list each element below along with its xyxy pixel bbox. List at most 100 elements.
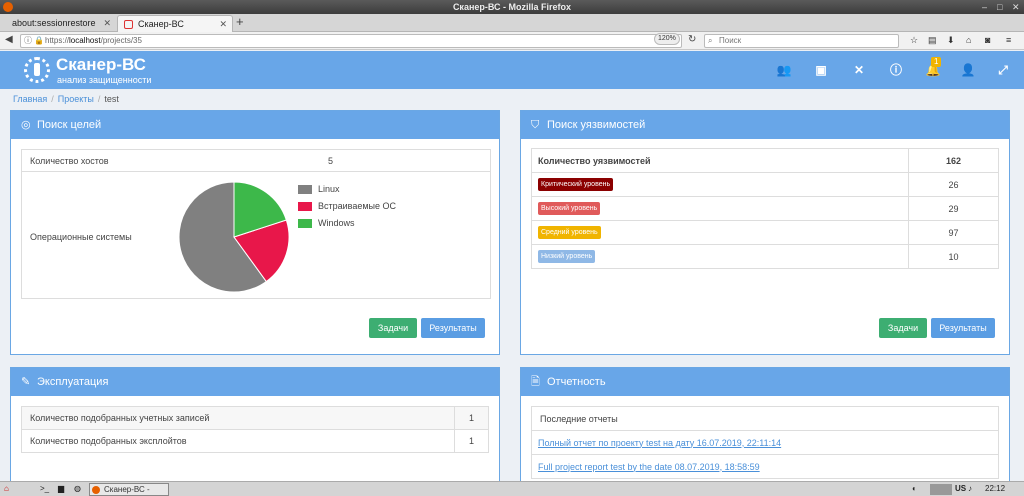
vulns-panel-title: Поиск уязвимостей (547, 119, 646, 131)
table-row: Средний уровень 97 (531, 220, 999, 245)
tab-scanner[interactable]: Сканер-ВС ✕ (117, 15, 233, 32)
paperclip-icon: ✎ (21, 376, 31, 388)
breadcrumb-projects[interactable]: Проекты (58, 94, 94, 104)
fullscreen-icon[interactable]: ⤢ (995, 64, 1011, 76)
users-icon[interactable]: 👥 (776, 64, 792, 76)
table-row: Количество подобранных эксплойтов 1 (21, 429, 489, 453)
level-badge-critical: Критический уровень (538, 178, 614, 191)
targets-results-button[interactable]: Результаты (421, 318, 485, 338)
reports-table: Последние отчеты Полный отчет по проекту… (531, 406, 999, 479)
report-link[interactable]: Full project report test by the date 08.… (538, 462, 760, 472)
vulns-panel: ⛉ Поиск уязвимостей Количество уязвимост… (520, 110, 1010, 355)
firefox-icon (92, 486, 100, 494)
vulns-total-value: 162 (908, 148, 999, 173)
breadcrumb: Главная / Проекты / test (13, 94, 119, 104)
breadcrumb-current: test (104, 94, 119, 104)
briefcase-icon[interactable]: ▣ (813, 64, 829, 76)
table-row: Высокий уровень 29 (531, 196, 999, 221)
start-menu-icon[interactable]: ⌂ (4, 483, 9, 495)
terminal-icon[interactable]: >_ (40, 483, 49, 495)
level-badge-low: Низкий уровень (538, 250, 596, 263)
close-window-icon[interactable]: ✕ (1012, 0, 1020, 14)
shield-icon: ⛉ (531, 119, 540, 131)
brand-title[interactable]: Сканер-ВС (56, 55, 146, 75)
taskbar-window-button[interactable]: Сканер-ВС - Мо... (89, 483, 169, 496)
tab-label: Сканер-ВС (138, 19, 184, 29)
folder-icon[interactable]: ▆ (58, 483, 64, 495)
zoom-indicator[interactable]: 120% (654, 33, 680, 45)
tab-label: about:sessionrestore (12, 18, 96, 28)
table-row: Критический уровень 26 (531, 172, 999, 197)
browser-icon[interactable]: ◍ (74, 483, 81, 495)
maximize-icon[interactable]: □ (997, 0, 1002, 14)
close-tab-icon[interactable]: ✕ (103, 15, 111, 31)
app-header: Сканер-ВС анализ защищенности 👥 ▣ ✕ ⓘ 🔔 … (0, 51, 1024, 89)
window-titlebar: Сканер-ВС - Mozilla Firefox – □ ✕ (0, 0, 1024, 14)
back-icon[interactable]: ◀ (5, 34, 13, 45)
reports-panel-title: Отчетность (547, 376, 606, 388)
keyboard-layout[interactable]: US (955, 483, 966, 495)
report-link[interactable]: Полный отчет по проекту test на дату 16.… (538, 438, 781, 448)
hosts-value: 5 (328, 156, 334, 166)
os-pie-chart (178, 181, 290, 293)
scanner-favicon-icon (124, 20, 133, 29)
vulns-tasks-button[interactable]: Задачи (879, 318, 927, 338)
table-row: Последние отчеты (531, 406, 999, 431)
minimize-icon[interactable]: – (982, 0, 987, 14)
exploit-exploits-value: 1 (454, 429, 489, 453)
reports-header: Последние отчеты (531, 406, 999, 431)
window-title: Сканер-ВС - Mozilla Firefox (452, 2, 572, 12)
pocket-icon[interactable]: ◙ (985, 35, 990, 45)
home-icon[interactable]: ⌂ (966, 35, 971, 45)
tab-strip: about:sessionrestore ✕ Сканер-ВС ✕ + (0, 14, 1024, 32)
reports-panel-header: 🗎 Отчетность (521, 368, 1009, 396)
level-value-critical: 26 (908, 172, 999, 197)
table-row: Full project report test by the date 08.… (531, 454, 999, 479)
bookmark-star-icon[interactable]: ☆ (910, 35, 918, 46)
scanner-logo-icon[interactable] (24, 57, 50, 83)
tools-icon[interactable]: ✕ (851, 64, 867, 76)
firefox-tray-icon[interactable]: ◐ (912, 483, 917, 495)
user-profile-icon[interactable]: 👤 (960, 64, 976, 76)
hosts-label: Количество хостов (30, 156, 109, 166)
exploit-accounts-label: Количество подобранных учетных записей (21, 406, 455, 430)
exploit-table: Количество подобранных учетных записей 1… (21, 406, 489, 453)
notification-badge: 1 (931, 57, 942, 67)
url-prefix: https:// (45, 36, 70, 45)
firefox-icon (3, 2, 13, 12)
level-value-high: 29 (908, 196, 999, 221)
exploit-panel: ✎ Эксплуатация Количество подобранных уч… (10, 367, 500, 487)
taskbar-window-label: Сканер-ВС - Мо... (104, 485, 150, 494)
url-bar[interactable]: ⓘ 🔒 https://localhost/projects/35 (20, 34, 682, 48)
targets-panel-title: Поиск целей (37, 119, 102, 131)
vulns-panel-header: ⛉ Поиск уязвимостей (521, 111, 1009, 139)
table-row: Низкий уровень 10 (531, 244, 999, 269)
exploit-panel-header: ✎ Эксплуатация (11, 368, 499, 396)
url-host: localhost (69, 36, 101, 45)
site-info-icon[interactable]: ⓘ 🔒 (24, 35, 44, 47)
legend-swatch (298, 185, 312, 195)
level-value-low: 10 (908, 244, 999, 269)
targets-tasks-button[interactable]: Задачи (369, 318, 417, 338)
document-icon: 🗎 (531, 376, 540, 388)
search-bar[interactable]: ⌕ Поиск (704, 34, 899, 48)
taskbar: ⌂ >_ ▆ ◍ Сканер-ВС - Мо... ◐ US ♪ 22:12 … (0, 481, 1024, 496)
download-icon[interactable]: ⬇ (947, 35, 955, 46)
level-badge-high: Высокий уровень (538, 202, 601, 215)
breadcrumb-home[interactable]: Главная (13, 94, 47, 104)
vulns-results-button[interactable]: Результаты (931, 318, 995, 338)
exploit-panel-title: Эксплуатация (37, 376, 109, 388)
reader-icon[interactable]: ▤ (928, 35, 937, 46)
reload-icon[interactable]: ↻ (688, 34, 696, 45)
tab-sessionrestore[interactable]: about:sessionrestore ✕ (4, 15, 116, 32)
search-icon: ⌕ (708, 36, 713, 45)
info-icon[interactable]: ⓘ (888, 64, 904, 76)
vulns-table: Количество уязвимостей 162 Критический у… (531, 148, 999, 269)
legend-item-embedded: Встраиваемые ОС (298, 201, 396, 212)
menu-icon[interactable]: ≡ (1006, 35, 1011, 45)
legend-label: Windows (318, 218, 355, 228)
new-tab-icon[interactable]: + (236, 15, 244, 29)
legend-item-linux: Linux (298, 184, 340, 195)
speaker-icon[interactable]: ♪ (968, 483, 972, 495)
close-tab-icon[interactable]: ✕ (219, 16, 227, 32)
